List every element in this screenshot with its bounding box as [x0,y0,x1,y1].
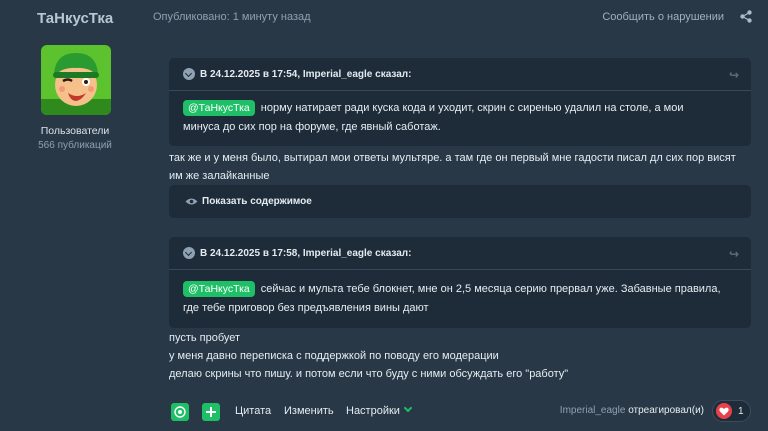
quote-text-line: сейчас и мульта тебе блокнет, мне он 2,5… [260,283,721,295]
heart-icon [716,403,732,419]
post-text-line: им же залайканные [169,170,270,182]
reacted-user-link[interactable]: Imperial_eagle [560,405,626,416]
quote-text-line: минуса до сих пор на форуме, где явный с… [183,121,441,133]
plus-button[interactable] [202,403,220,421]
chevron-icon[interactable] [183,247,195,259]
post-header: ТаНкусТка Опубликовано: 1 минуту назад С… [0,0,768,36]
spoiler-toggle[interactable]: Показать содержимое [169,185,751,218]
quote-button[interactable]: Цитата [235,405,271,417]
quote-header-text[interactable]: В 24.12.2025 в 17:54, Imperial_eagle ска… [200,69,411,80]
reply-arrow-icon[interactable]: ↪ [729,247,739,261]
quote-header: В 24.12.2025 в 17:54, Imperial_eagle ска… [169,58,751,90]
quote-header: В 24.12.2025 в 17:58, Imperial_eagle ска… [169,237,751,269]
quote-header-text[interactable]: В 24.12.2025 в 17:58, Imperial_eagle ска… [200,248,411,259]
emoji-reaction-button[interactable] [171,403,189,421]
quote-block-2: В 24.12.2025 в 17:58, Imperial_eagle ска… [169,237,751,328]
post-count: 566 публикаций [38,140,112,151]
avatar-image [41,45,111,115]
user-group: Пользователи [40,125,110,137]
plus-icon [206,407,216,417]
settings-label: Настройки [346,405,400,417]
avatar[interactable] [41,45,111,115]
quote-text-line: норму натирает ради куска кода и уходит,… [260,102,684,114]
quote-block-1: В 24.12.2025 в 17:54, Imperial_eagle ска… [169,58,751,146]
quote-text-line: где тебе приговор без предъявления вины … [183,302,429,314]
post-text-line: так же и у меня было, вытирал мои ответы… [169,152,736,164]
mention-tag[interactable]: @ТаНкусТка [183,100,255,116]
eye-icon [185,198,198,205]
like-button[interactable]: 1 [712,400,751,422]
share-icon[interactable] [740,10,752,23]
mention-tag[interactable]: @ТаНкусТка [183,281,255,297]
chevron-down-icon [403,403,413,413]
like-count: 1 [738,405,744,417]
author-name[interactable]: ТаНкусТка [37,10,113,27]
report-link[interactable]: Сообщить о нарушении [602,11,724,23]
quote-body: @ТаНкусТка норму натирает ради куска код… [169,90,751,145]
reaction-summary: Imperial_eagle отреагировал(и) [560,405,704,416]
reply-arrow-icon[interactable]: ↪ [729,68,739,82]
post-text-line: пусть пробует [169,332,241,344]
post-text-line: делаю скрины что пишу. и потом если что … [169,368,569,380]
published-time[interactable]: Опубликовано: 1 минуту назад [153,11,311,23]
chevron-icon[interactable] [183,68,195,80]
reacted-text: отреагировал(и) [628,405,704,416]
edit-button[interactable]: Изменить [284,405,334,417]
settings-button[interactable]: Настройки [346,403,413,417]
spoiler-label: Показать содержимое [202,196,312,207]
post-text-line: у меня давно переписка с поддержкой по п… [169,350,499,362]
emoji-icon [174,406,186,418]
quote-body: @ТаНкусТка сейчас и мульта тебе блокнет,… [169,269,751,326]
